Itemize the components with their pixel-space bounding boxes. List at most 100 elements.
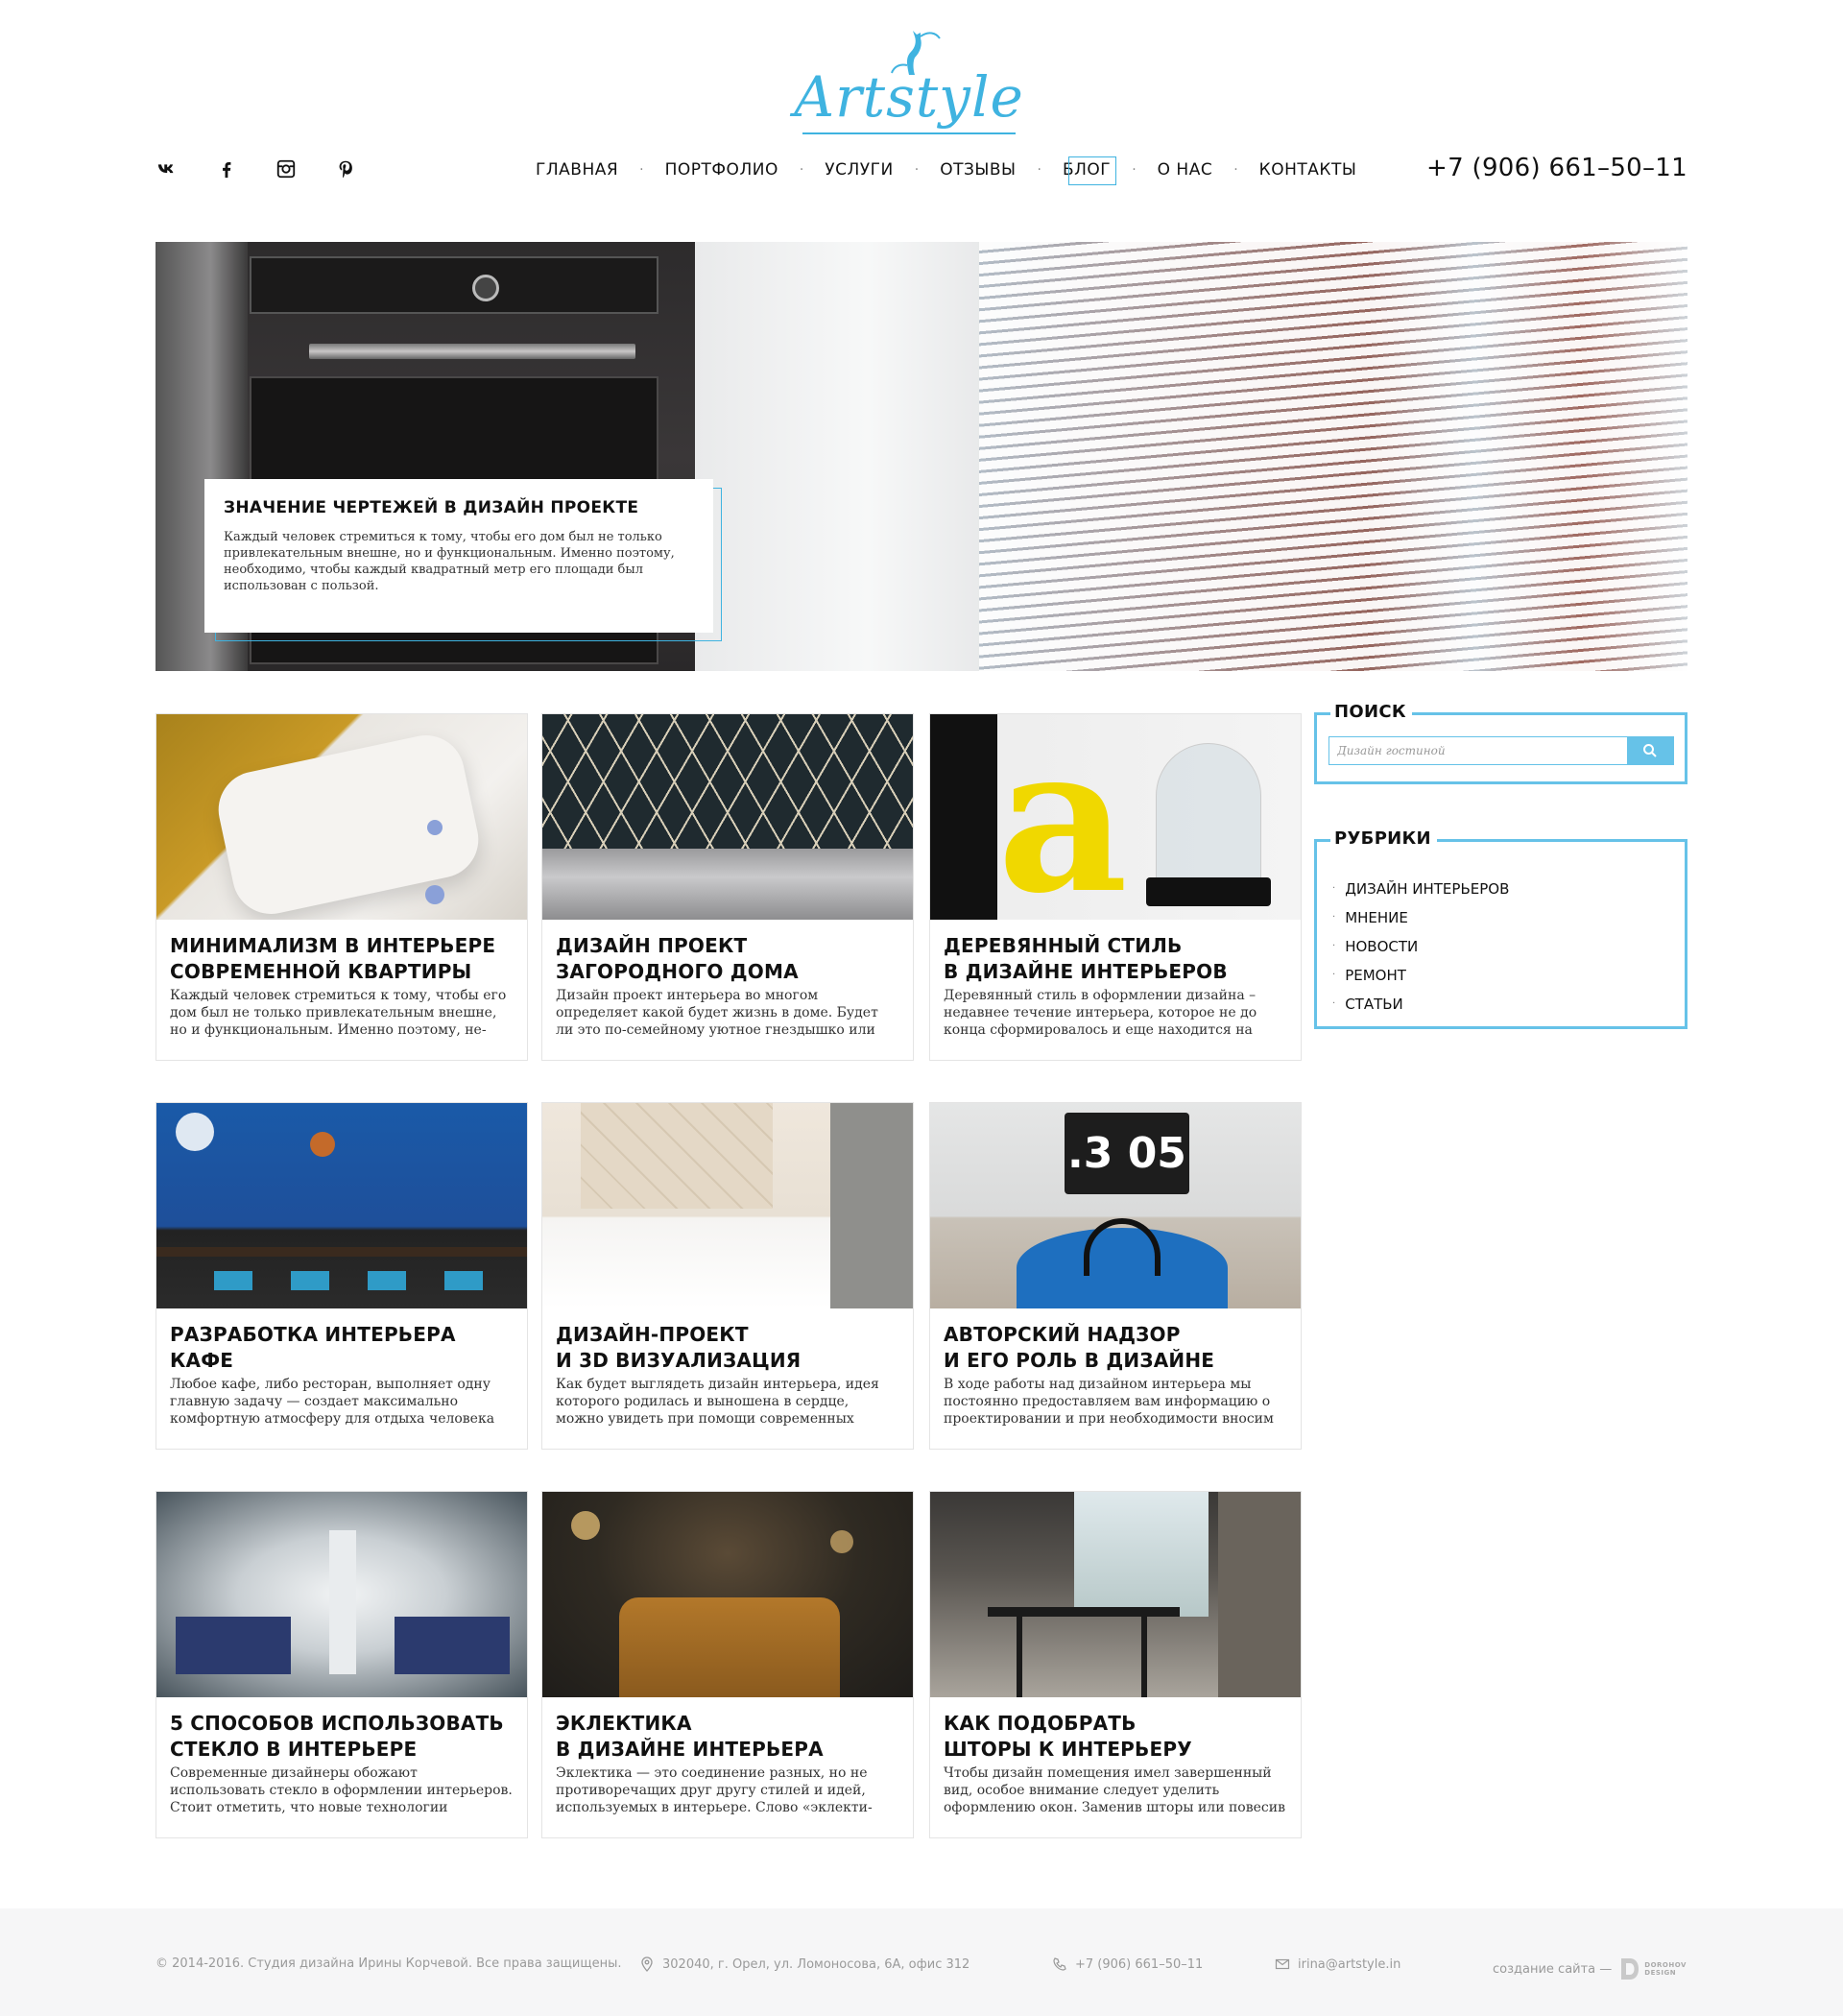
bullet-icon: · [1332, 912, 1336, 923]
footer-copyright: © 2014-2016. Студия дизайна Ирины Корчев… [156, 1956, 622, 1971]
rubric-label: РЕМОНТ [1345, 967, 1406, 984]
header-phone[interactable]: +7 (906) 661–50–11 [1426, 154, 1687, 182]
pinterest-link[interactable] [334, 157, 357, 180]
hero-card-title[interactable]: ЗНАЧЕНИЕ ЧЕРТЕЖЕЙ В ДИЗАЙН ПРОЕКТЕ [224, 498, 692, 517]
search-button[interactable] [1627, 737, 1673, 764]
footer-credit-text: создание сайта — [1493, 1961, 1613, 1977]
social-links [156, 157, 357, 180]
footer-phone[interactable]: +7 (906) 661–50–11 [1052, 1956, 1203, 1972]
post-image-blue-cafe [156, 1103, 527, 1308]
hero-oven-handle [309, 344, 635, 359]
post-card[interactable]: a ДЕРЕВЯННЫЙ СТИЛЬ В ДИЗАЙНЕ ИНТЕРЬЕРОВ … [929, 713, 1302, 1061]
post-card[interactable]: ЭКЛЕКТИКА В ДИЗАЙНЕ ИНТЕРЬЕРА Эклектика … [541, 1491, 914, 1838]
bullet-icon: · [1332, 998, 1336, 1009]
instagram-icon [276, 159, 296, 179]
post-title[interactable]: ДИЗАЙН ПРОЕКТ ЗАГОРОДНОГО ДОМА [556, 933, 899, 985]
pinterest-icon [339, 160, 352, 179]
post-excerpt: Современные дизайнеры обожают использова… [170, 1765, 513, 1815]
phone-icon [1053, 1957, 1066, 1971]
credit-logo-line2: DESIGN [1644, 1969, 1677, 1977]
hero-card[interactable]: ЗНАЧЕНИЕ ЧЕРТЕЖЕЙ В ДИЗАЙН ПРОЕКТЕ Кажды… [204, 479, 713, 633]
footer-credit[interactable]: создание сайта — DOROHOV DESIGN [1493, 1956, 1687, 1981]
nav-separator: · [1233, 162, 1238, 178]
post-title[interactable]: ДИЗАЙН-ПРОЕКТ И 3D ВИЗУАЛИЗАЦИЯ [556, 1322, 899, 1374]
nav-separator: · [1132, 162, 1137, 178]
facebook-link[interactable] [215, 157, 238, 180]
bullet-icon: · [1332, 970, 1336, 980]
location-pin-icon [641, 1956, 653, 1972]
rubric-item[interactable]: · ДИЗАЙН ИНТЕРЬЕРОВ [1332, 875, 1509, 903]
vk-icon [157, 164, 174, 174]
post-image-laptop: .3 05 [930, 1103, 1301, 1308]
footer-email-text: irina@artstyle.in [1298, 1956, 1401, 1972]
post-image-restaurant [930, 1492, 1301, 1697]
post-card[interactable]: ДИЗАЙН ПРОЕКТ ЗАГОРОДНОГО ДОМА Дизайн пр… [541, 713, 914, 1061]
post-image-train [156, 1492, 527, 1697]
nav-item-portfolio[interactable]: ПОРТФОЛИО [665, 160, 778, 180]
vk-link[interactable] [156, 157, 179, 180]
post-image-pillows [156, 714, 527, 920]
post-excerpt: Каждый человек стремиться к тому, чтобы … [170, 988, 507, 1038]
post-excerpt: Эклектика — это соединение разных, но не… [556, 1765, 873, 1815]
search-icon [1643, 744, 1657, 757]
hero-oven-panel [250, 256, 658, 314]
post-excerpt: В ходе работы над дизайном интерьера мы … [944, 1377, 1274, 1427]
post-card[interactable]: .3 05 АВТОРСКИЙ НАДЗОР И ЕГО РОЛЬ В ДИЗА… [929, 1102, 1302, 1450]
search-box [1328, 736, 1674, 765]
footer-address-text: 302040, г. Орел, ул. Ломоносова, 6А, офи… [662, 1956, 970, 1972]
post-title[interactable]: РАЗРАБОТКА ИНТЕРЬЕРА КАФЕ [170, 1322, 514, 1374]
logo-text: Artstyle [794, 64, 1024, 130]
post-image-sofa [542, 714, 913, 920]
rubric-item[interactable]: · НОВОСТИ [1332, 932, 1509, 961]
post-excerpt: Любое кафе, либо ресторан, выполняет одн… [170, 1377, 495, 1427]
post-title[interactable]: МИНИМАЛИЗМ В ИНТЕРЬЕРЕ СОВРЕМЕННОЙ КВАРТ… [170, 933, 514, 985]
footer-copyright-text: © 2014-2016. Студия дизайна Ирины Корчев… [156, 1956, 622, 1971]
post-title[interactable]: КАК ПОДОБРАТЬ ШТОРЫ К ИНТЕРЬЕРУ [944, 1711, 1287, 1763]
post-title[interactable]: АВТОРСКИЙ НАДЗОР И ЕГО РОЛЬ В ДИЗАЙНЕ [944, 1322, 1287, 1374]
nav-item-reviews[interactable]: ОТЗЫВЫ [940, 160, 1016, 180]
nav-item-blog[interactable]: БЛОГ [1063, 156, 1117, 185]
post-title[interactable]: ДЕРЕВЯННЫЙ СТИЛЬ В ДИЗАЙНЕ ИНТЕРЬЕРОВ [944, 933, 1287, 985]
post-excerpt: Дизайн проект интерьера во многом опреде… [556, 988, 878, 1038]
rubric-item[interactable]: · СТАТЬИ [1332, 990, 1509, 1019]
post-title[interactable]: ЭКЛЕКТИКА В ДИЗАЙНЕ ИНТЕРЬЕРА [556, 1711, 899, 1763]
post-card[interactable]: ДИЗАЙН-ПРОЕКТ И 3D ВИЗУАЛИЗАЦИЯ Как буде… [541, 1102, 914, 1450]
main-nav: ГЛАВНАЯ · ПОРТФОЛИО · УСЛУГИ · ОТЗЫВЫ · … [536, 156, 1357, 185]
post-card[interactable]: КАК ПОДОБРАТЬ ШТОРЫ К ИНТЕРЬЕРУ Чтобы ди… [929, 1491, 1302, 1838]
post-card[interactable]: РАЗРАБОТКА ИНТЕРЬЕРА КАФЕ Любое кафе, ли… [156, 1102, 528, 1450]
nav-separator: · [1037, 162, 1041, 178]
post-card[interactable]: 5 СПОСОБОВ ИСПОЛЬЗОВАТЬ СТЕКЛО В ИНТЕРЬЕ… [156, 1491, 528, 1838]
footer-email[interactable]: irina@artstyle.in [1275, 1956, 1400, 1972]
instagram-link[interactable] [275, 157, 298, 180]
footer-phone-text: +7 (906) 661–50–11 [1075, 1956, 1204, 1972]
post-card[interactable]: МИНИМАЛИЗМ В ИНТЕРЬЕРЕ СОВРЕМЕННОЙ КВАРТ… [156, 713, 528, 1061]
rubric-label: МНЕНИЕ [1345, 909, 1408, 926]
rubric-label: ДИЗАЙН ИНТЕРЬЕРОВ [1345, 880, 1510, 898]
post-title[interactable]: 5 СПОСОБОВ ИСПОЛЬЗОВАТЬ СТЕКЛО В ИНТЕРЬЕ… [170, 1711, 514, 1763]
nav-item-services[interactable]: УСЛУГИ [825, 160, 893, 180]
search-input[interactable] [1329, 737, 1627, 764]
site-footer: © 2014-2016. Студия дизайна Ирины Корчев… [0, 1908, 1843, 2016]
post-image-letter-a: a [930, 714, 1301, 920]
bullet-icon: · [1332, 941, 1336, 951]
hero-oven-knob [472, 275, 499, 301]
nav-item-home[interactable]: ГЛАВНАЯ [536, 160, 618, 180]
post-image-eclectic [542, 1492, 913, 1697]
rubric-item[interactable]: · РЕМОНТ [1332, 961, 1509, 990]
rubric-item[interactable]: · МНЕНИЕ [1332, 903, 1509, 932]
rubrics-widget: РУБРИКИ · ДИЗАЙН ИНТЕРЬЕРОВ · МНЕНИЕ · НОВО… [1314, 828, 1687, 1029]
hero-card-text: Каждый человек стремиться к тому, чтобы … [224, 530, 675, 593]
logo-underline [802, 132, 1016, 134]
nav-item-contacts[interactable]: КОНТАКТЫ [1259, 160, 1357, 180]
nav-item-about[interactable]: О НАС [1158, 160, 1213, 180]
post-excerpt: Деревянный стиль в оформлении дизайна – … [944, 988, 1257, 1038]
post-image-bedroom [542, 1103, 913, 1308]
nav-separator: · [639, 162, 644, 178]
site-logo[interactable]: Artstyle [794, 27, 1023, 140]
hero-image-blinds [979, 242, 1687, 671]
rubrics-widget-title: РУБРИКИ [1330, 828, 1437, 849]
search-widget: ПОИСК [1314, 702, 1687, 784]
nav-separator: · [914, 162, 920, 178]
bullet-icon: · [1332, 883, 1336, 894]
nav-separator: · [799, 162, 804, 178]
